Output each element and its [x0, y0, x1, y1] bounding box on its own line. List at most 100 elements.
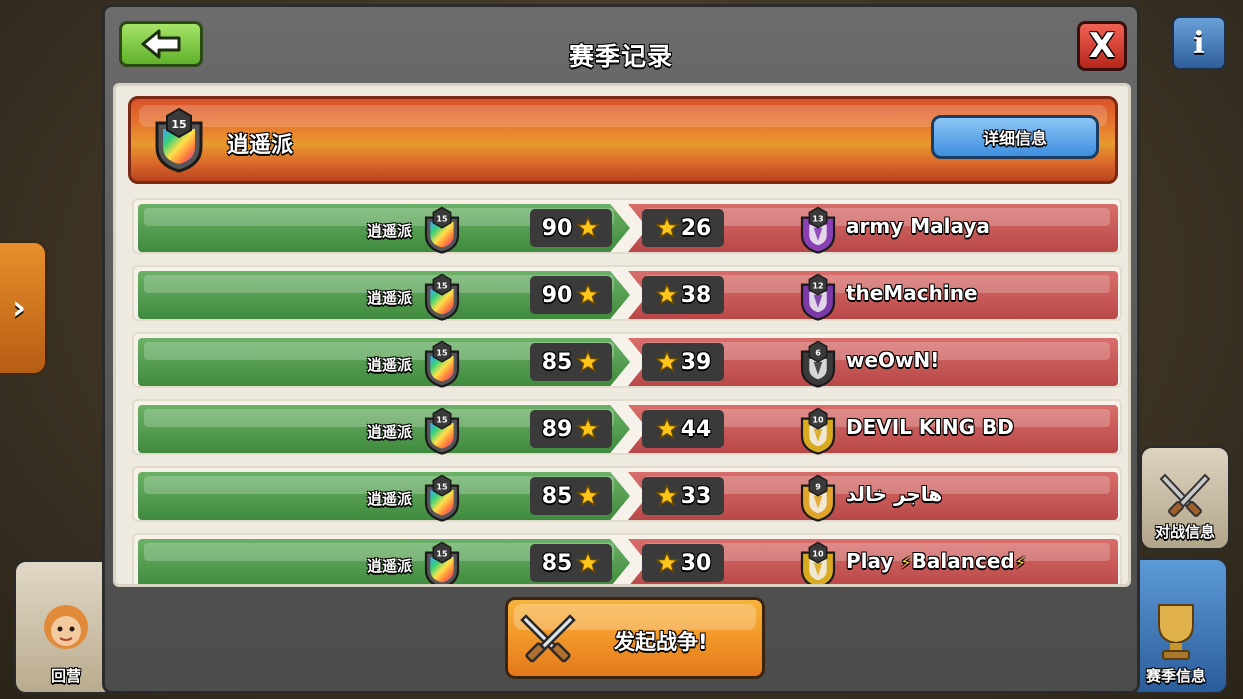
opponent-stars-box: 33 — [642, 477, 724, 515]
our-stars-box: 90 — [530, 209, 612, 247]
start-war-label: 发起战争! — [614, 630, 708, 654]
opponent-clan-name: theMachine — [846, 281, 978, 305]
svg-text:12: 12 — [812, 281, 823, 290]
svg-text:9: 9 — [815, 482, 821, 491]
opponent-stars-value: 44 — [680, 416, 712, 442]
our-clan-badge-icon: 15 — [424, 407, 460, 455]
opponent-clan-name: Play ⚡Balanced⚡ — [846, 549, 1026, 573]
our-clan-name: 逍遥派 — [366, 490, 412, 508]
svg-text:15: 15 — [171, 118, 186, 131]
our-stars-value: 90 — [541, 282, 573, 308]
svg-text:15: 15 — [436, 482, 448, 491]
star-icon — [576, 551, 601, 574]
opponent-clan-name: weOwN! — [846, 348, 940, 372]
opponent-clan-badge-icon: 10 — [800, 407, 836, 455]
dialog-title: 赛季记录 — [568, 42, 673, 71]
svg-text:15: 15 — [436, 281, 448, 290]
svg-text:10: 10 — [812, 415, 824, 424]
star-icon — [654, 350, 679, 373]
opponent-stars-value: 26 — [680, 215, 712, 241]
star-icon — [576, 283, 601, 306]
details-button[interactable]: 详细信息 — [931, 115, 1099, 159]
our-clan-name: 逍遥派 — [366, 557, 412, 575]
svg-text:15: 15 — [436, 415, 448, 424]
info-icon: i — [1193, 25, 1205, 61]
our-clan-badge-icon: 15 — [424, 273, 460, 321]
star-icon — [576, 350, 601, 373]
opponent-clan-badge-icon: 10 — [800, 541, 836, 584]
opponent-clan-name: هاجر خالد — [846, 482, 943, 506]
star-icon — [654, 551, 679, 574]
opponent-stars-box: 38 — [642, 276, 724, 314]
war-log-row[interactable]: 逍遥派 15 89 44 10 DEVIL KING BD — [132, 399, 1122, 455]
war-log-row[interactable]: 逍遥派 15 90 38 12 theMachine — [132, 265, 1122, 321]
svg-text:10: 10 — [812, 549, 824, 558]
star-icon — [654, 484, 679, 507]
our-stars-value: 85 — [541, 483, 573, 509]
svg-text:13: 13 — [812, 214, 823, 223]
war-swords-icon — [520, 614, 576, 663]
our-clan-badge-icon: 15 — [424, 474, 460, 522]
side-panel-toggle[interactable]: › — [0, 240, 48, 376]
close-button[interactable]: X — [1077, 21, 1127, 71]
war-log-row[interactable]: 逍遥派 15 85 39 6 weOwN! — [132, 332, 1122, 388]
star-icon — [654, 417, 679, 440]
opponent-stars-box: 39 — [642, 343, 724, 381]
our-stars-value: 89 — [541, 416, 573, 442]
our-clan-name: 逍遥派 — [366, 356, 412, 374]
our-stars-box: 89 — [530, 410, 612, 448]
our-stars-value: 90 — [541, 215, 573, 241]
trophy-icon — [1158, 604, 1194, 660]
opponent-clan-name: army Malaya — [846, 214, 990, 238]
our-clan-name: 逍遥派 — [366, 222, 412, 240]
our-clan-badge-icon: 15 — [424, 541, 460, 584]
star-icon — [576, 417, 601, 440]
clan-name: 逍遥派 — [227, 133, 294, 158]
our-stars-box: 85 — [530, 544, 612, 582]
war-log-row[interactable]: 逍遥派 15 85 30 10 Play ⚡Balanced⚡ — [132, 533, 1122, 584]
our-clan-name: 逍遥派 — [366, 423, 412, 441]
our-clan-badge-icon: 15 — [424, 340, 460, 388]
clan-header: 15 逍遥派 详细信息 — [128, 96, 1118, 184]
opponent-clan-badge-icon: 12 — [800, 273, 836, 321]
clan-badge-icon: 15 — [155, 107, 203, 173]
opponent-stars-value: 39 — [680, 349, 712, 375]
home-village-label: 回营 — [50, 667, 81, 685]
opponent-clan-badge-icon: 13 — [800, 206, 836, 254]
svg-text:15: 15 — [436, 348, 448, 357]
opponent-stars-value: 30 — [680, 550, 712, 576]
opponent-stars-box: 44 — [642, 410, 724, 448]
opponent-clan-name: DEVIL KING BD — [846, 415, 1014, 439]
svg-text:15: 15 — [436, 549, 448, 558]
war-log-row[interactable]: 逍遥派 15 90 26 13 army Malaya — [132, 198, 1122, 254]
opponent-stars-box: 30 — [642, 544, 724, 582]
star-icon — [654, 216, 679, 239]
our-clan-badge-icon: 15 — [424, 206, 460, 254]
our-stars-value: 85 — [541, 349, 573, 375]
battle-info-label: 对战信息 — [1154, 523, 1215, 541]
our-stars-box: 85 — [530, 477, 612, 515]
season-info-label: 赛季信息 — [1145, 667, 1206, 685]
opponent-stars-value: 33 — [680, 483, 712, 509]
war-log-dialog: 赛季记录 X 15 逍遥派 详细信息 逍遥派 15 90 26 13 army … — [102, 4, 1140, 694]
svg-text:6: 6 — [815, 348, 821, 357]
our-stars-value: 85 — [541, 550, 573, 576]
opponent-stars-value: 38 — [680, 282, 712, 308]
opponent-clan-badge-icon: 9 — [800, 474, 836, 522]
star-icon — [576, 216, 601, 239]
war-log-row[interactable]: 逍遥派 15 85 33 9 هاجر خالد — [132, 466, 1122, 522]
our-stars-box: 90 — [530, 276, 612, 314]
info-button[interactable]: i — [1172, 16, 1226, 70]
close-icon: X — [1088, 26, 1116, 66]
opponent-clan-badge-icon: 6 — [800, 340, 836, 388]
star-icon — [576, 484, 601, 507]
war-log-frame: 15 逍遥派 详细信息 逍遥派 15 90 26 13 army Malaya … — [113, 83, 1131, 587]
villager-avatar-icon — [44, 605, 88, 649]
chevron-right-icon: › — [11, 288, 26, 328]
crossed-swords-icon — [1159, 473, 1211, 517]
our-clan-name: 逍遥派 — [366, 289, 412, 307]
battle-info-button[interactable]: 对战信息 — [1140, 446, 1230, 550]
start-war-button[interactable]: 发起战争! — [505, 597, 765, 679]
opponent-stars-box: 26 — [642, 209, 724, 247]
svg-text:15: 15 — [436, 214, 448, 223]
